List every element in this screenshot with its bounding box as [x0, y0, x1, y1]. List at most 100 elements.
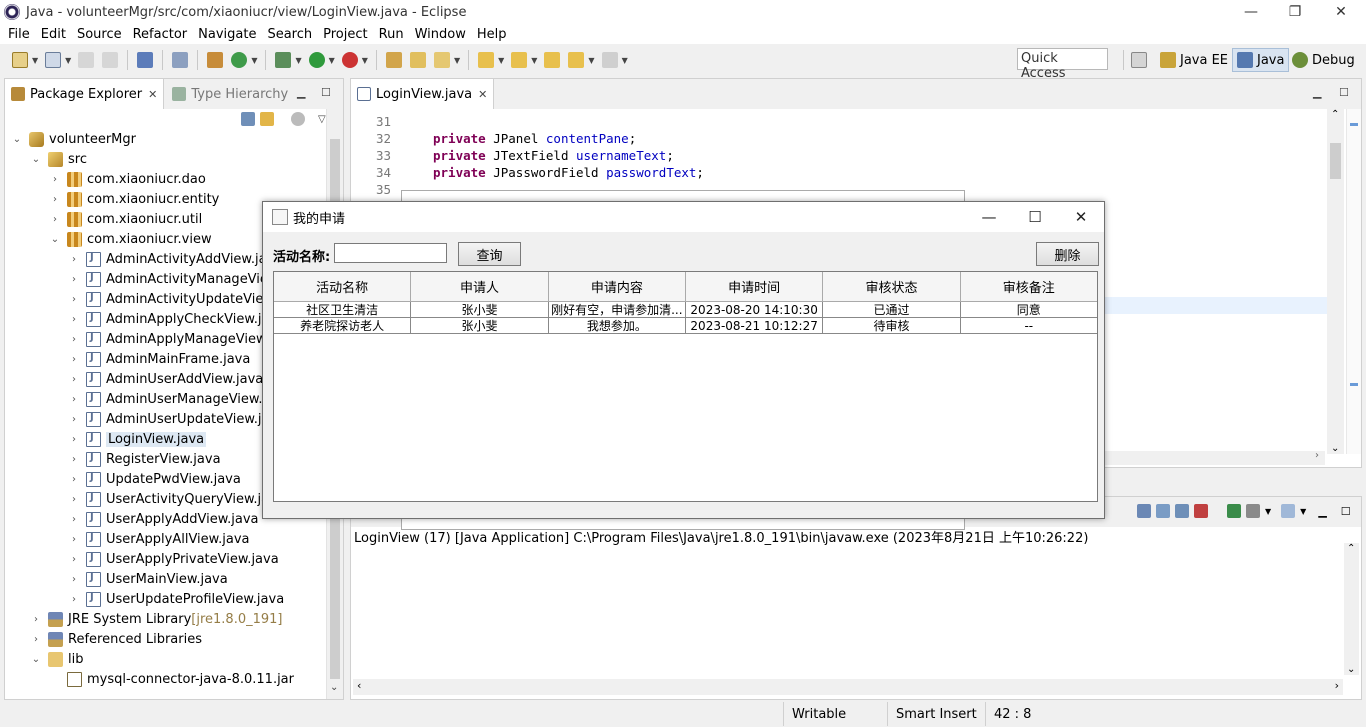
tree-item[interactable]: › AdminActivityAddView.java [68, 249, 282, 269]
chevron-down-icon[interactable]: ▼ [1265, 507, 1271, 516]
expand-chevron-icon[interactable]: ⌄ [30, 154, 42, 165]
tab-loginview-java[interactable]: LoginView.java ✕ [351, 79, 495, 109]
collapse-chevron-icon[interactable]: › [68, 254, 80, 265]
expand-chevron-icon[interactable]: ⌄ [11, 134, 23, 145]
new-package-icon[interactable] [207, 52, 224, 68]
chevron-down-icon[interactable]: ▼ [454, 56, 460, 65]
dialog-minimize-button[interactable]: — [966, 202, 1012, 232]
tab-type-hierarchy[interactable]: Type Hierarchy [164, 87, 296, 102]
word-wrap-icon[interactable] [1156, 504, 1170, 518]
collapse-chevron-icon[interactable]: › [68, 494, 80, 505]
collapse-chevron-icon[interactable]: › [68, 474, 80, 485]
menu-edit[interactable]: Edit [37, 27, 70, 42]
collapse-chevron-icon[interactable]: › [68, 414, 80, 425]
collapse-chevron-icon[interactable]: › [49, 174, 61, 185]
collapse-chevron-icon[interactable]: › [49, 194, 61, 205]
expand-chevron-icon[interactable]: ⌄ [49, 234, 61, 245]
next-annotation-icon[interactable] [478, 52, 495, 68]
chevron-down-icon[interactable]: ▼ [588, 56, 594, 65]
search-icon[interactable] [433, 52, 450, 68]
show-console-icon[interactable] [1175, 504, 1189, 518]
chevron-down-icon[interactable]: ▼ [65, 56, 71, 65]
annotation-marker[interactable] [1350, 383, 1358, 386]
collapse-chevron-icon[interactable]: › [68, 354, 80, 365]
menu-refactor[interactable]: Refactor [129, 27, 192, 42]
tree-item[interactable]: › JRE System Library [jre1.8.0_191] [30, 609, 282, 629]
new-icon[interactable] [12, 52, 28, 68]
menu-navigate[interactable]: Navigate [194, 27, 260, 42]
expand-chevron-icon[interactable]: ⌄ [30, 654, 42, 665]
skip-breakpoints-icon[interactable] [172, 52, 189, 68]
collapse-chevron-icon[interactable]: › [68, 314, 80, 325]
chevron-down-icon[interactable]: ▼ [1300, 507, 1306, 516]
table-row[interactable]: 养老院探访老人 张小斐 我想参加。 2023-08-21 10:12:27 待审… [274, 318, 1097, 334]
delete-button[interactable]: 删除 [1036, 242, 1099, 266]
menu-source[interactable]: Source [73, 27, 126, 42]
previous-annotation-icon[interactable] [511, 52, 528, 68]
quick-access-input[interactable]: Quick Access [1017, 48, 1108, 81]
minimize-view-icon[interactable]: ▁ [297, 86, 305, 99]
scroll-up-icon[interactable]: ⌃ [1331, 109, 1339, 120]
editor-vertical-scrollbar[interactable]: ⌃ ⌄ [1327, 109, 1344, 454]
column-header[interactable]: 审核状态 [823, 272, 961, 301]
minimize-view-icon[interactable]: ▁ [1313, 86, 1321, 99]
console-horizontal-scrollbar[interactable]: ‹ › [353, 679, 1343, 695]
tree-item[interactable]: › UserMainView.java [68, 569, 228, 589]
tree-item[interactable]: › UserUpdateProfileView.java [68, 589, 284, 609]
tree-item[interactable]: ⌄ lib [30, 649, 83, 669]
close-button[interactable]: ✕ [1318, 0, 1364, 24]
console-icon[interactable] [137, 52, 154, 68]
column-header[interactable]: 申请时间 [686, 272, 824, 301]
collapse-chevron-icon[interactable]: › [68, 514, 80, 525]
collapse-chevron-icon[interactable]: › [68, 594, 80, 605]
menu-help[interactable]: Help [473, 27, 511, 42]
menu-file[interactable]: File [4, 27, 34, 42]
chevron-down-icon[interactable]: ▼ [251, 56, 257, 65]
scroll-lock-icon[interactable] [1137, 504, 1151, 518]
tree-item[interactable]: ›AdminUserManageView.java [68, 389, 290, 409]
tree-item[interactable]: mysql-connector-java-8.0.11.jar [49, 669, 294, 689]
tree-item[interactable]: › AdminUserUpdateView.java [68, 409, 285, 429]
scroll-down-icon[interactable]: ⌄ [1331, 443, 1339, 454]
collapse-chevron-icon[interactable]: › [68, 534, 80, 545]
chevron-down-icon[interactable]: ▼ [329, 56, 335, 65]
tree-item[interactable]: › Referenced Libraries [30, 629, 202, 649]
tree-item[interactable]: ⌄ com.xiaoniucr.view [49, 229, 212, 249]
menu-window[interactable]: Window [411, 27, 470, 42]
maximize-button[interactable]: ❐ [1272, 0, 1318, 24]
dialog-maximize-button[interactable]: ☐ [1012, 202, 1058, 232]
link-with-editor-icon[interactable] [260, 112, 274, 126]
perspective-java[interactable]: Java [1232, 48, 1290, 72]
open-perspective-icon[interactable] [1131, 52, 1147, 68]
forward-icon[interactable] [601, 52, 618, 68]
menu-search[interactable]: Search [263, 27, 316, 42]
collapse-chevron-icon[interactable]: › [68, 334, 80, 345]
scroll-right-icon[interactable]: › [1315, 450, 1319, 461]
column-header[interactable]: 活动名称 [274, 272, 412, 301]
back-icon[interactable] [568, 52, 585, 68]
collapse-chevron-icon[interactable]: › [30, 614, 42, 625]
chevron-down-icon[interactable]: ▼ [362, 56, 368, 65]
tree-item[interactable]: › com.xiaoniucr.util [49, 209, 202, 229]
tree-item[interactable]: › AdminUserAddView.java [68, 369, 263, 389]
tree-item[interactable]: ⌄ volunteerMgr [11, 129, 136, 149]
new-project-icon[interactable] [45, 52, 62, 68]
maximize-view-icon[interactable]: ☐ [321, 86, 331, 99]
open-console-icon[interactable] [1281, 504, 1296, 518]
column-header[interactable]: 审核备注 [961, 272, 1097, 301]
collapse-chevron-icon[interactable]: › [68, 554, 80, 565]
collapse-chevron-icon[interactable]: › [68, 274, 80, 285]
tree-item[interactable]: › UserApplyAllView.java [68, 529, 249, 549]
display-console-icon[interactable] [1246, 504, 1260, 518]
collapse-chevron-icon[interactable]: › [68, 434, 80, 445]
save-all-icon[interactable] [102, 52, 119, 68]
minimize-view-icon[interactable]: ▁ [1318, 505, 1326, 518]
tree-item[interactable]: › RegisterView.java [68, 449, 221, 469]
focus-icon[interactable] [291, 112, 305, 126]
collapse-chevron-icon[interactable]: › [49, 214, 61, 225]
perspective-java-ee[interactable]: Java EE [1156, 48, 1232, 72]
collapse-chevron-icon[interactable]: › [68, 294, 80, 305]
chevron-down-icon[interactable]: ▼ [498, 56, 504, 65]
menu-project[interactable]: Project [319, 27, 371, 42]
remove-launch-icon[interactable] [1194, 504, 1208, 518]
